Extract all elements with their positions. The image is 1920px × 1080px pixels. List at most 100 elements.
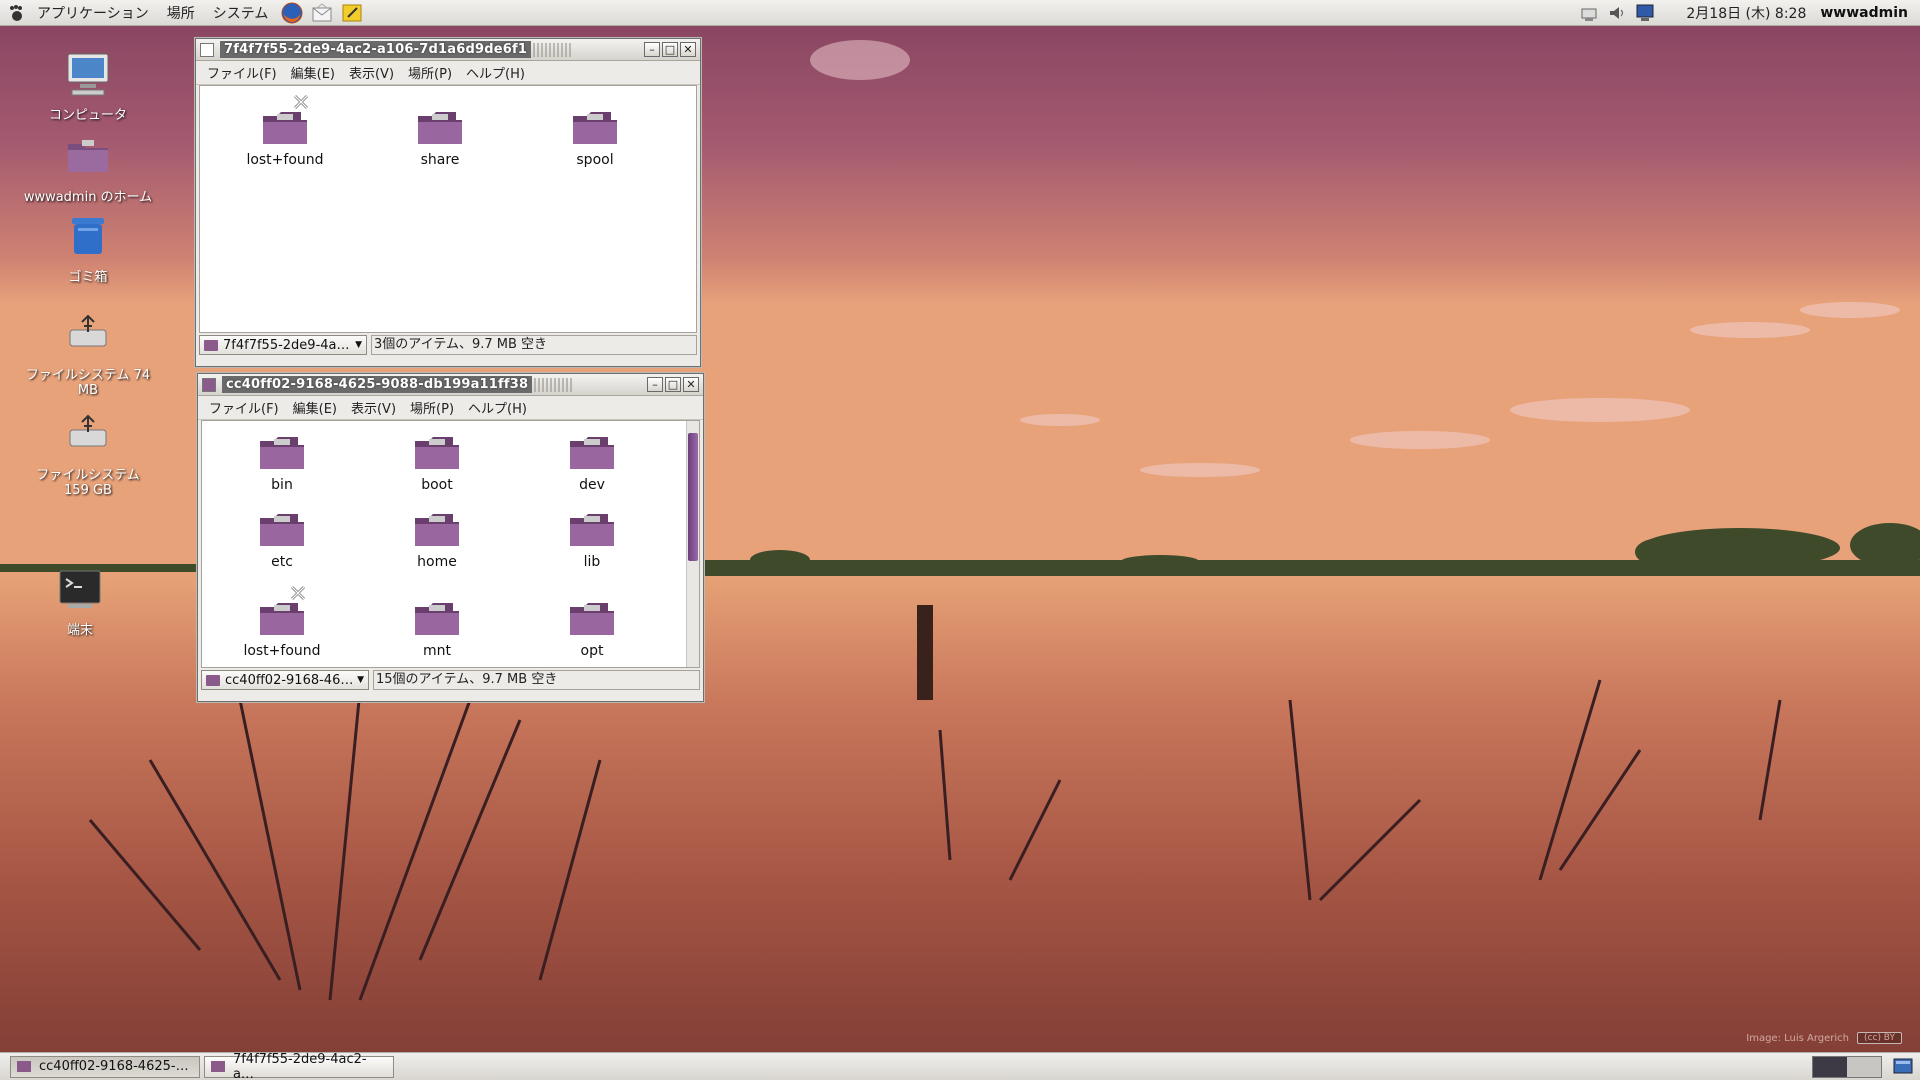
- email-launcher[interactable]: [310, 1, 334, 25]
- folder-label: home: [417, 554, 457, 570]
- menu-view[interactable]: 表示(V): [342, 63, 401, 82]
- folder-item[interactable]: lost+found: [225, 94, 345, 168]
- menu-places[interactable]: 場所(P): [401, 63, 459, 82]
- folder-item[interactable]: lost+found: [222, 585, 342, 659]
- usb-drive-icon: [69, 314, 107, 347]
- desktop-icon-label: ゴミ箱: [68, 270, 108, 285]
- minimize-button[interactable]: –: [644, 42, 660, 57]
- file-browser-window-2[interactable]: cc40ff02-9168-4625-9088-db199a11ff38 – □…: [197, 373, 704, 702]
- folder-item[interactable]: spool: [535, 108, 655, 168]
- minimize-button[interactable]: –: [647, 377, 663, 392]
- location-combo-label: 7f4f7f55-2de9-4a…: [223, 337, 350, 353]
- workspace-1[interactable]: [1813, 1057, 1847, 1077]
- icon-view[interactable]: lost+found share spool: [199, 85, 697, 333]
- titlebar-grip: [533, 42, 574, 57]
- window-titlebar[interactable]: 7f4f7f55-2de9-4ac2-a106-7d1a6d9de6f1 – □…: [196, 39, 700, 61]
- menu-edit[interactable]: 編集(E): [286, 398, 344, 417]
- folder-item[interactable]: etc: [222, 510, 342, 570]
- menu-system[interactable]: システム: [204, 3, 278, 23]
- desktop-icon-terminal[interactable]: 端末: [15, 565, 145, 638]
- bottom-panel: cc40ff02-9168-4625-… 7f4f7f55-2de9-4ac2-…: [0, 1052, 1920, 1080]
- taskbar-button-label: 7f4f7f55-2de9-4ac2-a…: [232, 1051, 367, 1080]
- volume-icon[interactable]: [1607, 3, 1629, 23]
- clock[interactable]: 2月18日 (木) 8:28: [1686, 3, 1806, 23]
- usb-drive-icon: [69, 414, 107, 447]
- folder-label: lost+found: [243, 643, 321, 659]
- desktop-icon-label: コンピュータ: [48, 108, 127, 123]
- folder-icon: [571, 108, 619, 148]
- top-panel: アプリケーション 場所 システム 2月18日 (木) 8:28 wwwadmin: [0, 0, 1920, 26]
- network-icon[interactable]: [1579, 3, 1601, 23]
- folder-item[interactable]: bin: [222, 433, 342, 493]
- location-combo[interactable]: 7f4f7f55-2de9-4a… ▼: [199, 335, 367, 355]
- desktop-icon-label: ファイルシステム 74 MB: [25, 368, 151, 398]
- folder-label: dev: [579, 477, 605, 493]
- menu-file[interactable]: ファイル(F): [200, 63, 284, 82]
- taskbar-button-label: cc40ff02-9168-4625-…: [39, 1059, 189, 1074]
- workspace-2[interactable]: [1847, 1057, 1881, 1077]
- window-menu-icon[interactable]: [202, 377, 216, 392]
- icon-view[interactable]: bin boot dev etc home lib lost+found mnt…: [201, 420, 700, 668]
- folder-icon: [413, 433, 461, 473]
- desktop-icon-computer[interactable]: コンピュータ: [23, 50, 153, 123]
- file-browser-window-1[interactable]: 7f4f7f55-2de9-4ac2-a106-7d1a6d9de6f1 – □…: [195, 38, 701, 367]
- folder-label: lib: [583, 554, 601, 570]
- status-text: 15個のアイテム、9.7 MB 空き: [373, 670, 700, 690]
- folder-item[interactable]: share: [380, 108, 500, 168]
- locked-emblem-icon: [293, 94, 309, 110]
- cc-license-badge: (cc) BY: [1857, 1032, 1902, 1044]
- folder-item[interactable]: mnt: [377, 599, 497, 659]
- maximize-button[interactable]: □: [665, 377, 681, 392]
- folder-label: spool: [576, 152, 614, 168]
- menu-view[interactable]: 表示(V): [344, 398, 403, 417]
- folder-item[interactable]: boot: [377, 433, 497, 493]
- menu-places[interactable]: 場所(P): [403, 398, 461, 417]
- window-statusbar: 7f4f7f55-2de9-4a… ▼ 3個のアイテム、9.7 MB 空き: [196, 333, 700, 357]
- folder-item[interactable]: home: [377, 510, 497, 570]
- location-combo[interactable]: cc40ff02-9168-46… ▼: [201, 670, 369, 690]
- desktop-icon-trash[interactable]: ゴミ箱: [23, 212, 153, 285]
- titlebar-grip: [534, 377, 575, 392]
- user-menu[interactable]: wwwadmin: [1820, 5, 1908, 21]
- folder-label: lost+found: [246, 152, 324, 168]
- menu-help[interactable]: ヘルプ(H): [461, 398, 534, 417]
- location-combo-label: cc40ff02-9168-46…: [225, 672, 354, 688]
- desktop-icon-filesystem-74mb[interactable]: ファイルシステム 74 MB: [23, 310, 153, 398]
- folder-label: mnt: [423, 643, 451, 659]
- mail-icon: [312, 2, 332, 21]
- gnome-foot-icon[interactable]: [8, 4, 26, 22]
- menu-places[interactable]: 場所: [158, 3, 204, 23]
- desktop-icon-filesystem-159gb[interactable]: ファイルシステム 159 GB: [23, 410, 153, 498]
- firefox-launcher[interactable]: [280, 1, 304, 25]
- close-button[interactable]: ✕: [683, 377, 699, 392]
- desktop-icon-home[interactable]: wwwadmin のホーム: [23, 132, 153, 205]
- menu-file[interactable]: ファイル(F): [202, 398, 286, 417]
- wallpaper-credit: Image: Luis Argerich (cc) BY: [1746, 1032, 1902, 1044]
- folder-label: share: [420, 152, 460, 168]
- vertical-scrollbar[interactable]: [686, 421, 699, 667]
- folder-label: etc: [271, 554, 293, 570]
- show-desktop-icon[interactable]: [1892, 1057, 1914, 1077]
- window-menubar: ファイル(F) 編集(E) 表示(V) 場所(P) ヘルプ(H): [198, 396, 703, 420]
- taskbar-button-window-1[interactable]: 7f4f7f55-2de9-4ac2-a…: [204, 1052, 394, 1080]
- window-titlebar[interactable]: cc40ff02-9168-4625-9088-db199a11ff38 – □…: [198, 374, 703, 396]
- dropdown-arrow-icon: ▼: [357, 675, 364, 685]
- folder-item[interactable]: lib: [532, 510, 652, 570]
- notes-launcher[interactable]: [340, 1, 364, 25]
- display-icon[interactable]: [1635, 3, 1657, 23]
- terminal-icon: [59, 570, 101, 608]
- scrollbar-thumb[interactable]: [688, 433, 698, 561]
- menu-edit[interactable]: 編集(E): [284, 63, 342, 82]
- window-menu-icon[interactable]: [200, 42, 214, 57]
- home-folder-icon: [68, 140, 108, 172]
- folder-icon: [211, 1061, 225, 1072]
- close-button[interactable]: ✕: [680, 42, 696, 57]
- taskbar-button-window-2[interactable]: cc40ff02-9168-4625-…: [10, 1055, 200, 1078]
- workspace-switcher: [1812, 1056, 1882, 1078]
- folder-item[interactable]: opt: [532, 599, 652, 659]
- menu-help[interactable]: ヘルプ(H): [459, 63, 532, 82]
- maximize-button[interactable]: □: [662, 42, 678, 57]
- menu-applications[interactable]: アプリケーション: [28, 3, 158, 23]
- folder-item[interactable]: dev: [532, 433, 652, 493]
- folder-icon: [258, 433, 306, 473]
